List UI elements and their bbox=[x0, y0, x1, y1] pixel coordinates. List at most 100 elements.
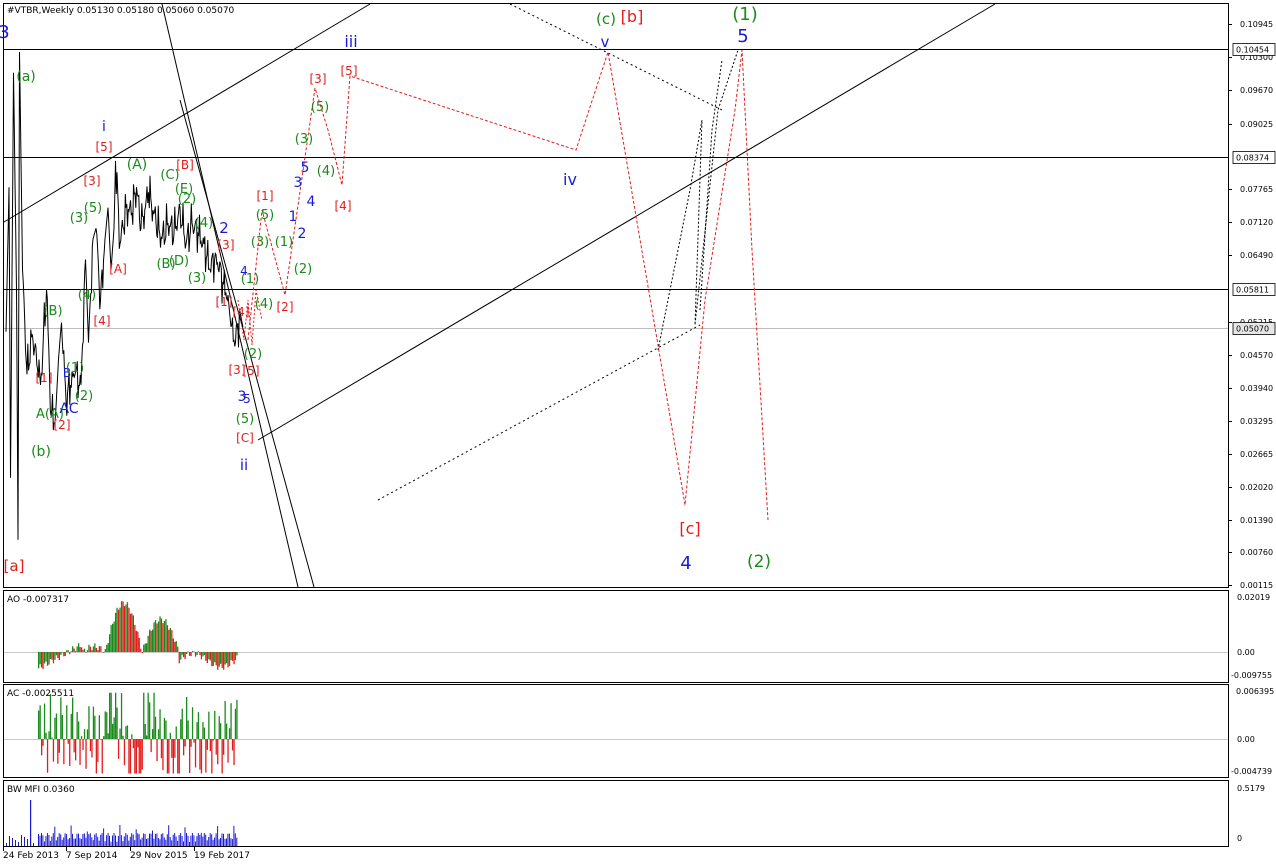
mfi-bar bbox=[106, 835, 108, 846]
mfi-bar bbox=[150, 833, 152, 846]
ac-bar bbox=[55, 713, 58, 739]
mfi-bar bbox=[43, 841, 45, 846]
ac-bar bbox=[211, 739, 213, 774]
wave-label: (3) bbox=[295, 132, 313, 147]
channel-lower-dotted-line[interactable] bbox=[377, 324, 701, 501]
ac-bar bbox=[117, 739, 120, 759]
ac-bar bbox=[39, 705, 41, 739]
ac-bar bbox=[221, 739, 223, 774]
wave-label: [4] bbox=[233, 305, 250, 319]
ao-bar bbox=[67, 650, 69, 652]
projection-dotted-line[interactable] bbox=[509, 3, 723, 111]
ao-bar bbox=[153, 622, 155, 652]
ac-bar bbox=[122, 735, 124, 739]
ao-bar bbox=[109, 634, 111, 652]
mfi-bar bbox=[49, 840, 51, 846]
ac-bar bbox=[54, 717, 56, 739]
ao-bar bbox=[46, 652, 49, 666]
ao-bar bbox=[211, 652, 213, 667]
ao-bar bbox=[64, 652, 66, 656]
mfi-bar bbox=[168, 825, 170, 846]
channel-middle-line[interactable] bbox=[257, 3, 996, 441]
ac-bar bbox=[147, 692, 149, 739]
ac-bar bbox=[215, 739, 217, 755]
mfi-bar bbox=[166, 834, 168, 846]
ac-bar bbox=[101, 739, 103, 774]
ao-bar bbox=[157, 621, 160, 652]
ao-bar bbox=[183, 652, 185, 658]
ac-bar bbox=[116, 707, 118, 739]
mfi-bar bbox=[67, 839, 69, 846]
ac-bar bbox=[218, 716, 220, 739]
ac-bar bbox=[160, 739, 163, 759]
mfi-bar bbox=[75, 838, 76, 846]
ac-bar bbox=[123, 739, 126, 766]
mfi-bar bbox=[221, 833, 223, 846]
ao-bar bbox=[160, 618, 163, 652]
mfi-bar bbox=[73, 838, 75, 846]
ac-bar bbox=[43, 703, 46, 739]
ao-bar bbox=[197, 651, 200, 652]
mfi-histogram bbox=[6, 800, 238, 846]
ao-bar bbox=[178, 652, 180, 664]
ao-y-tick-label: -0.009755 bbox=[1231, 671, 1272, 680]
mfi-bar bbox=[120, 835, 122, 846]
mfi-bar bbox=[149, 833, 150, 846]
steep-trend-line-b[interactable] bbox=[179, 99, 315, 587]
ac-bar bbox=[135, 739, 137, 774]
ac-bar bbox=[64, 739, 66, 740]
ao-bar bbox=[138, 637, 140, 652]
ao-bar bbox=[63, 652, 65, 657]
y-tick-label: 0.03940 bbox=[1240, 384, 1273, 393]
mfi-bar bbox=[122, 841, 124, 846]
ac-bar bbox=[168, 739, 170, 774]
mfi-bar bbox=[76, 833, 78, 846]
y-tick-label: 0.06490 bbox=[1240, 251, 1273, 260]
price-series[interactable] bbox=[5, 51, 244, 540]
mfi-bar bbox=[190, 835, 192, 846]
main-plot-area bbox=[3, 3, 996, 587]
ac-bar bbox=[69, 739, 71, 766]
red-projection-path[interactable] bbox=[247, 49, 769, 521]
black-projection-path-2[interactable] bbox=[699, 59, 723, 311]
ac-bar bbox=[51, 737, 53, 739]
ao-bar bbox=[132, 615, 134, 652]
price-level-label: 0.05070 bbox=[1236, 325, 1269, 334]
mfi-bar bbox=[125, 833, 127, 846]
mfi-panel-frame[interactable] bbox=[3, 780, 1229, 847]
wave-label: 4 bbox=[680, 553, 691, 574]
wave-label: (3) bbox=[188, 271, 206, 286]
mfi-bar bbox=[132, 834, 134, 846]
wave-label: [2] bbox=[277, 300, 294, 314]
ao-bar bbox=[228, 652, 231, 666]
mfi-bar bbox=[184, 827, 186, 846]
wave-label: (b) bbox=[31, 444, 51, 460]
ao-bar bbox=[38, 652, 40, 669]
mfi-bar bbox=[46, 833, 48, 846]
ao-bar bbox=[117, 609, 120, 652]
main-panel-frame[interactable] bbox=[3, 3, 1229, 588]
ac-y-tick-label: 0.006395 bbox=[1236, 687, 1274, 696]
ao-bar bbox=[199, 652, 201, 656]
ao-histogram bbox=[38, 601, 238, 670]
black-projection-path[interactable] bbox=[657, 49, 739, 351]
mfi-bar bbox=[147, 838, 149, 846]
mfi-bar bbox=[177, 840, 179, 846]
mfi-bar bbox=[110, 841, 112, 846]
ac-bar bbox=[209, 739, 211, 752]
ac-bar bbox=[156, 739, 158, 762]
mfi-bar bbox=[38, 834, 39, 846]
ao-bar bbox=[58, 652, 60, 661]
mfi-bar bbox=[30, 841, 31, 846]
ac-bar bbox=[82, 739, 84, 750]
wave-label: [1] bbox=[257, 189, 274, 203]
ao-bar bbox=[152, 629, 154, 652]
ao-panel-frame[interactable] bbox=[3, 590, 1229, 683]
ao-bar bbox=[200, 652, 203, 660]
ac-bar bbox=[91, 739, 93, 758]
ac-bar bbox=[169, 732, 171, 739]
wave-label: ii bbox=[240, 456, 248, 474]
ao-bar bbox=[147, 635, 149, 652]
mfi-bar bbox=[194, 841, 196, 846]
ao-bar bbox=[234, 652, 237, 661]
